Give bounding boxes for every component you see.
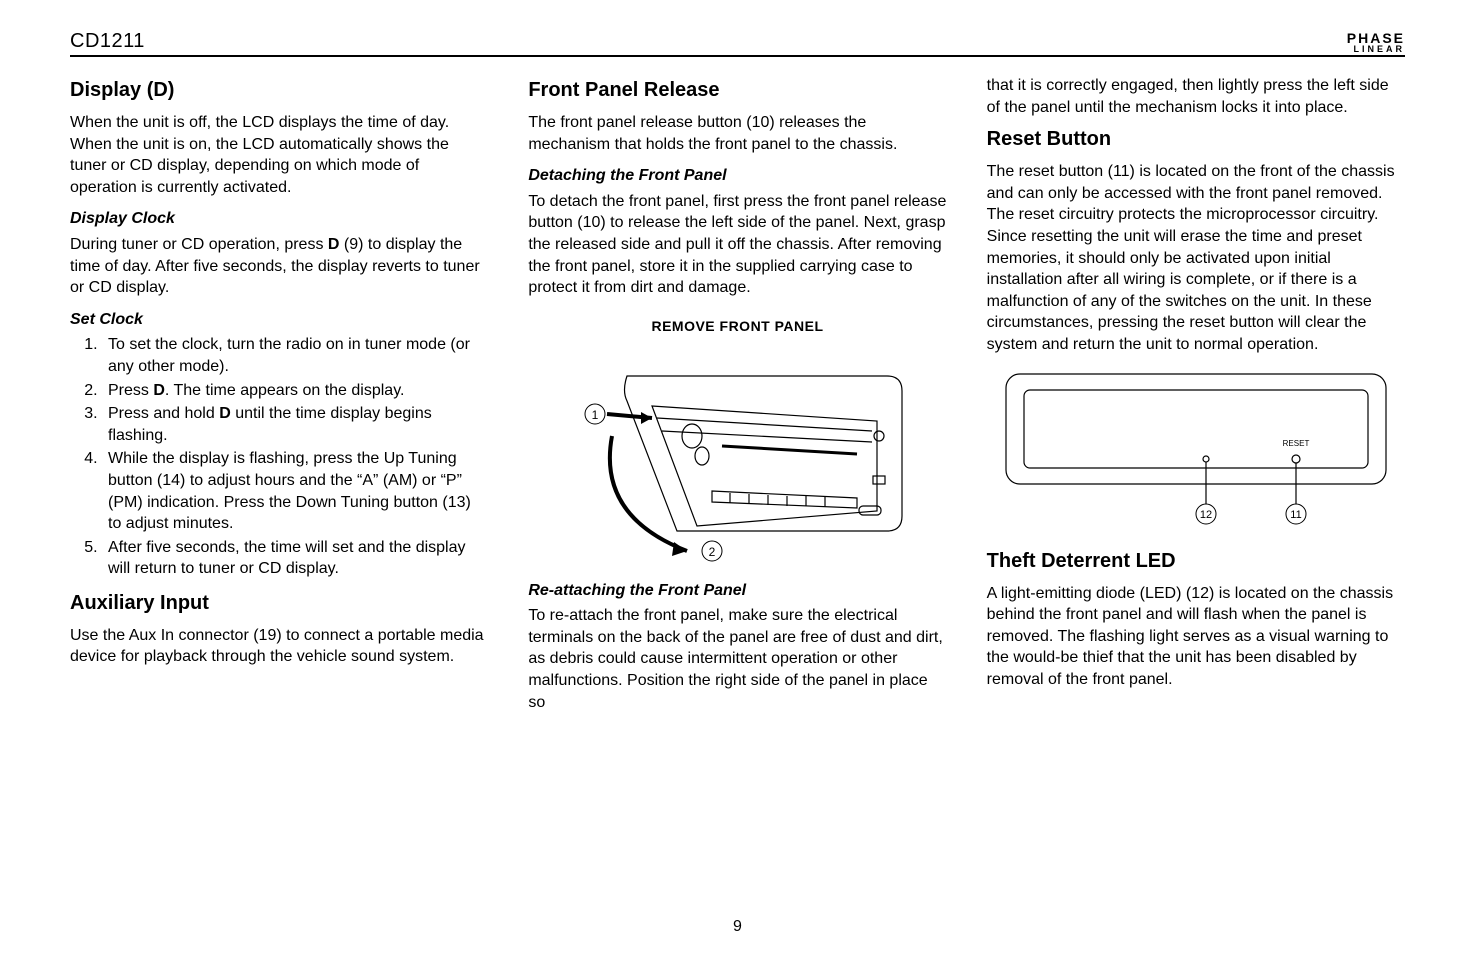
list-item: Press D. The time appears on the display…	[102, 380, 488, 402]
callout-12: 12	[1200, 509, 1212, 521]
heading-reset-button: Reset Button	[987, 126, 1405, 153]
column-3: that it is correctly engaged, then light…	[987, 75, 1405, 721]
column-2: Front Panel Release The front panel rele…	[528, 75, 946, 721]
para-theft-deterrent: A light-emitting diode (LED) (12) is loc…	[987, 583, 1405, 691]
callout-1: 1	[592, 408, 599, 422]
brand-logo: PHASE LINEAR	[1347, 32, 1405, 53]
para-display: When the unit is off, the LCD displays t…	[70, 112, 488, 198]
list-item: While the display is flashing, press the…	[102, 448, 488, 534]
para-reattaching: To re-attach the front panel, make sure …	[528, 605, 946, 713]
remove-front-panel-diagram: 1 2	[557, 346, 917, 566]
callout-11: 11	[1290, 509, 1301, 521]
model-number: CD1211	[70, 30, 145, 53]
text: Press and hold	[108, 405, 219, 422]
bold-d: D	[153, 382, 165, 399]
heading-display: Display (D)	[70, 77, 488, 104]
heading-theft-deterrent: Theft Deterrent LED	[987, 548, 1405, 575]
list-item: Press and hold D until the time display …	[102, 403, 488, 446]
para-front-panel-release: The front panel release button (10) rele…	[528, 112, 946, 155]
text: Press	[108, 382, 153, 399]
callout-2: 2	[709, 545, 716, 559]
heading-display-clock: Display Clock	[70, 208, 488, 230]
heading-aux-input: Auxiliary Input	[70, 590, 488, 617]
text: . The time appears on the display.	[165, 382, 405, 399]
heading-front-panel-release: Front Panel Release	[528, 77, 946, 104]
bold-d: D	[328, 236, 340, 253]
heading-reattaching: Re-attaching the Front Panel	[528, 580, 946, 602]
column-1: Display (D) When the unit is off, the LC…	[70, 75, 488, 721]
bold-d: D	[219, 405, 231, 422]
para-detaching: To detach the front panel, first press t…	[528, 191, 946, 299]
para-display-clock: During tuner or CD operation, press D (9…	[70, 234, 488, 299]
para-aux-input: Use the Aux In connector (19) to connect…	[70, 625, 488, 668]
set-clock-list: To set the clock, turn the radio on in t…	[70, 334, 488, 580]
para-reset-button: The reset button (11) is located on the …	[987, 161, 1405, 355]
diagram-title-remove-panel: REMOVE FRONT PANEL	[528, 317, 946, 336]
reset-button-diagram: RESET 12 11	[996, 364, 1396, 534]
list-item: To set the clock, turn the radio on in t…	[102, 334, 488, 377]
para-continuation: that it is correctly engaged, then light…	[987, 75, 1405, 118]
brand-sub: LINEAR	[1347, 45, 1405, 53]
text: During tuner or CD operation, press	[70, 236, 328, 253]
content-columns: Display (D) When the unit is off, the LC…	[70, 75, 1405, 721]
list-item: After five seconds, the time will set an…	[102, 537, 488, 580]
heading-detaching: Detaching the Front Panel	[528, 165, 946, 187]
heading-set-clock: Set Clock	[70, 309, 488, 331]
page-header: CD1211 PHASE LINEAR	[70, 30, 1405, 57]
reset-label: RESET	[1282, 439, 1309, 448]
page-number: 9	[733, 918, 742, 936]
